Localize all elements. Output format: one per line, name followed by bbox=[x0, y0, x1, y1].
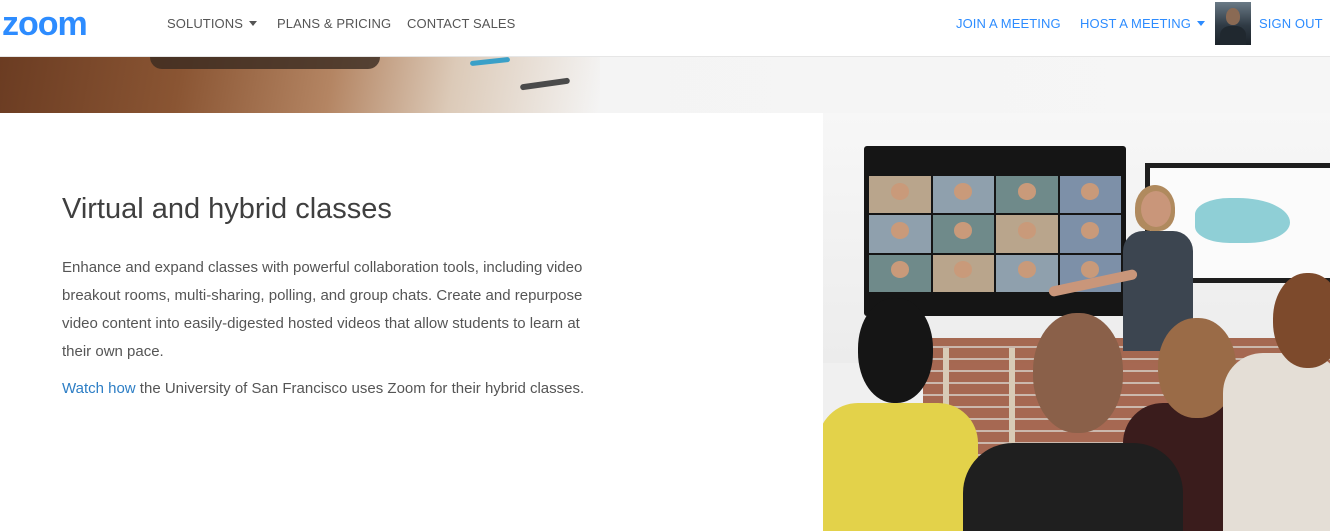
nav-plans-pricing[interactable]: PLANS & PRICING bbox=[277, 16, 391, 32]
nav-solutions-label: SOLUTIONS bbox=[167, 16, 244, 31]
host-meeting-menu[interactable]: HOST A MEETING bbox=[1080, 16, 1205, 32]
chevron-down-icon bbox=[1196, 21, 1205, 27]
avatar-silhouette-body bbox=[1220, 26, 1246, 45]
join-meeting-link[interactable]: JOIN A MEETING bbox=[956, 16, 1061, 32]
classroom-photo bbox=[823, 113, 1330, 531]
watch-how-link[interactable]: Watch how bbox=[62, 380, 136, 397]
watch-how-paragraph: Watch how the University of San Francisc… bbox=[62, 376, 584, 402]
video-wall-screen bbox=[864, 146, 1126, 316]
section-description: Enhance and expand classes with powerful… bbox=[62, 259, 583, 360]
sign-out-link[interactable]: SIGN OUT bbox=[1259, 16, 1323, 32]
user-avatar[interactable] bbox=[1215, 2, 1251, 45]
host-meeting-label: HOST A MEETING bbox=[1080, 16, 1191, 31]
section-title: Virtual and hybrid classes bbox=[62, 193, 392, 225]
hero-image-strip bbox=[0, 57, 1330, 113]
nav-contact-sales[interactable]: CONTACT SALES bbox=[407, 16, 515, 32]
avatar-silhouette-head bbox=[1226, 8, 1240, 25]
desk-photo bbox=[0, 57, 600, 113]
chevron-down-icon bbox=[249, 21, 258, 27]
watch-how-text: the University of San Francisco uses Zoo… bbox=[135, 380, 585, 397]
nav-solutions[interactable]: SOLUTIONS bbox=[167, 16, 258, 32]
top-navigation: zoom SOLUTIONS PLANS & PRICING CONTACT S… bbox=[0, 0, 1330, 57]
zoom-logo[interactable]: zoom bbox=[2, 4, 88, 44]
